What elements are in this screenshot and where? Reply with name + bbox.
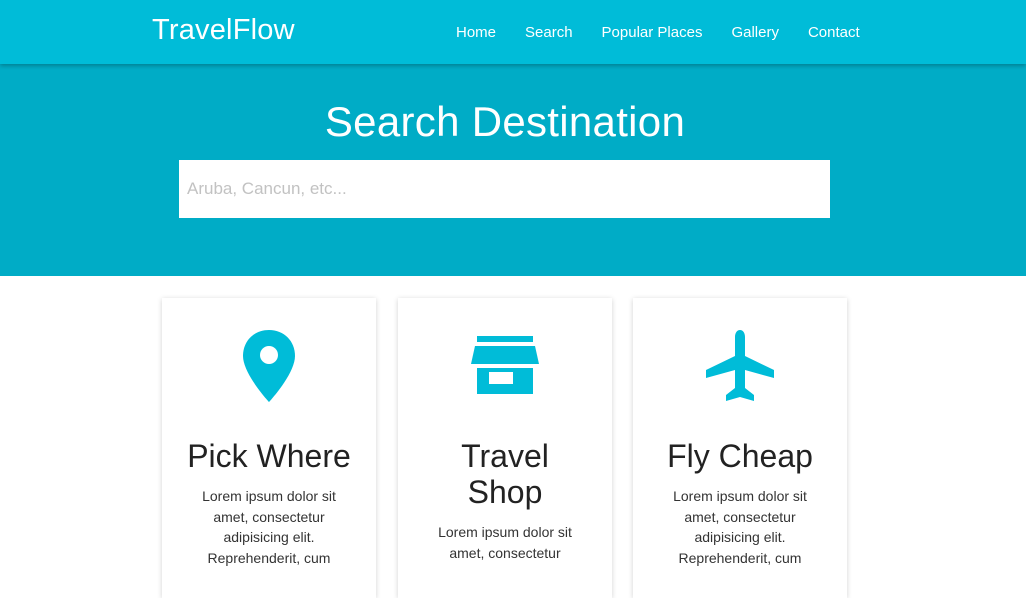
search-input[interactable]	[179, 160, 830, 218]
card-title-text: Travel Shop	[461, 438, 549, 510]
nav-link-search[interactable]: Search	[525, 23, 573, 43]
card-title: Fly Cheap	[667, 438, 813, 474]
hero-title: Search Destination	[324, 98, 686, 145]
card-text: Lorem ipsum dolor sit amet, consectetur …	[202, 488, 336, 566]
nav-link-popular-places[interactable]: Popular Places	[602, 23, 703, 43]
hero-section: Search Destination	[0, 64, 1026, 276]
nav-link-home[interactable]: Home	[456, 23, 496, 43]
airplane-icon	[633, 328, 847, 408]
card-title: Pick Where	[187, 438, 351, 474]
nav-link-gallery[interactable]: Gallery	[731, 23, 779, 43]
card-title: Travel Shop	[398, 438, 612, 510]
map-pin-icon	[162, 326, 376, 406]
navbar: TravelFlow Home Search Popular Places Ga…	[0, 0, 1026, 64]
feature-card-pick-where: Pick Where Lorem ipsum dolor sit amet, c…	[162, 298, 376, 598]
card-text: Lorem ipsum dolor sit amet, consectetur	[438, 524, 572, 561]
brand-logo[interactable]: TravelFlow	[152, 14, 295, 47]
card-text: Lorem ipsum dolor sit amet, consectetur …	[673, 488, 807, 566]
feature-card-fly-cheap: Fly Cheap Lorem ipsum dolor sit amet, co…	[633, 298, 847, 598]
nav-link-contact[interactable]: Contact	[808, 23, 860, 43]
store-icon	[398, 334, 612, 414]
nav-links: Home Search Popular Places Gallery Conta…	[456, 23, 889, 43]
feature-card-travel-shop: Travel Shop Lorem ipsum dolor sit amet, …	[398, 298, 612, 598]
